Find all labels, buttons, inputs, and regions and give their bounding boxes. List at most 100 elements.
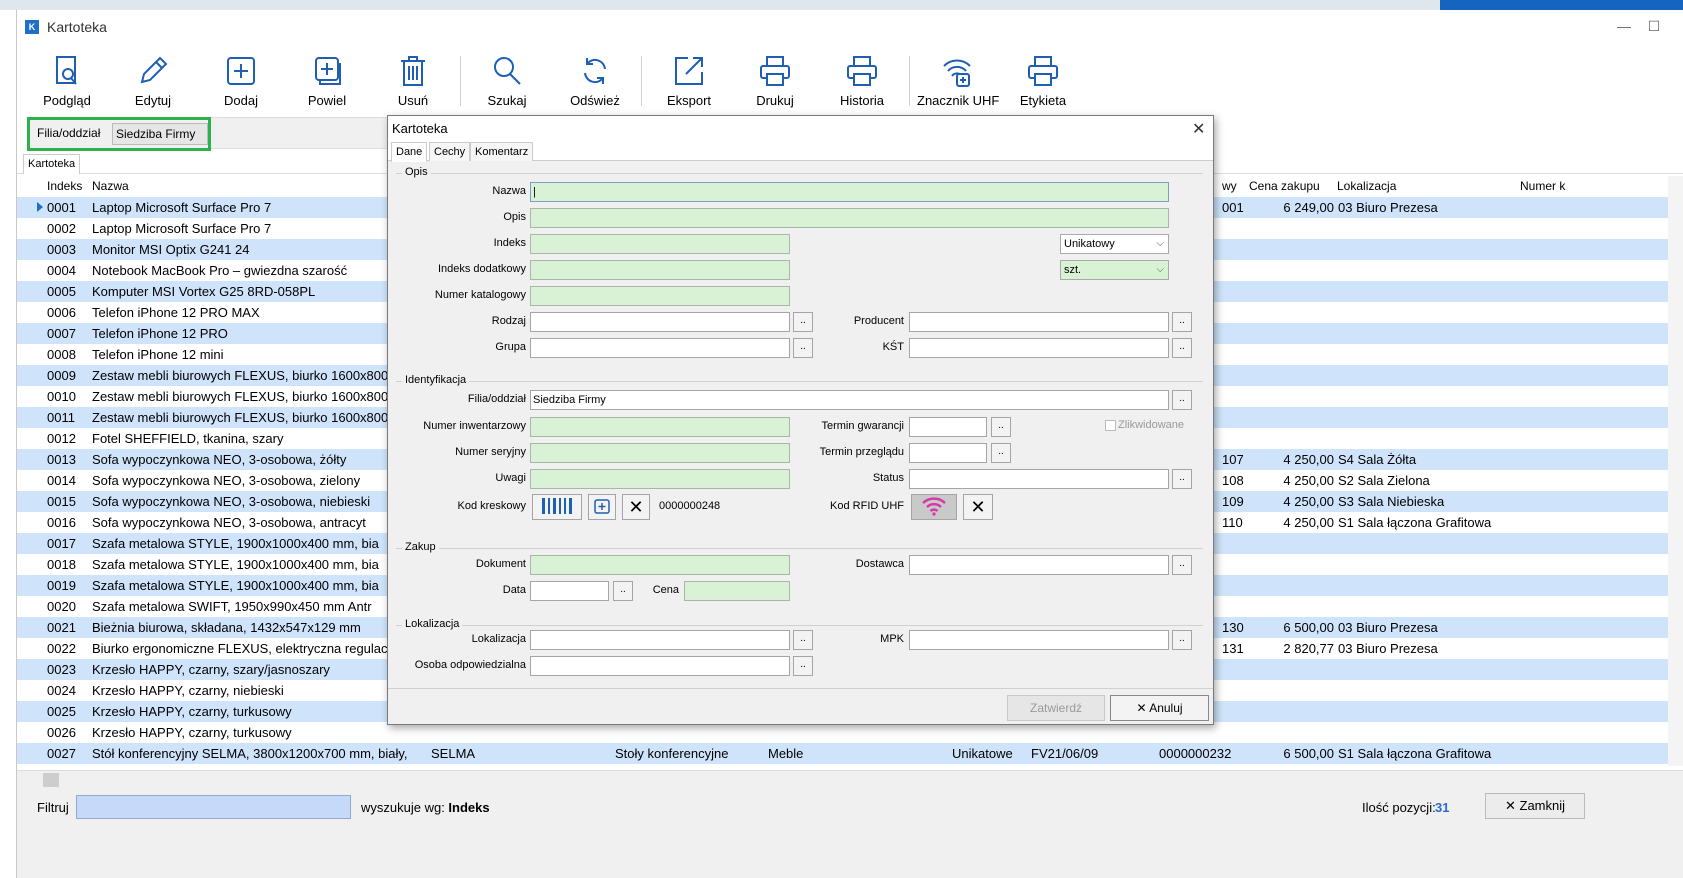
label-button[interactable]: Etykieta: [1003, 50, 1083, 116]
cell-location: 03 Biuro Prezesa: [1338, 641, 1438, 656]
field-label: Numer katalogowy: [434, 289, 526, 301]
kind-field[interactable]: [530, 312, 790, 332]
cell-index: 0007: [47, 326, 76, 341]
inspection-date-field[interactable]: [909, 443, 987, 463]
inventory-number-field[interactable]: [530, 417, 790, 437]
column-header-index[interactable]: Indeks: [47, 176, 87, 196]
person-picker-button[interactable]: ..: [793, 656, 813, 676]
table-row[interactable]: 0027 Stół konferencyjny SELMA, 3800x1200…: [17, 743, 1683, 764]
description-field[interactable]: [530, 208, 1169, 228]
cell-location: 03 Biuro Prezesa: [1338, 200, 1438, 215]
generate-barcode-button[interactable]: [588, 494, 616, 520]
history-button[interactable]: Historia: [822, 50, 902, 116]
table-row[interactable]: 0026 Krzesło HAPPY, czarny, turkusowy: [17, 722, 1683, 743]
export-button[interactable]: Eksport: [649, 50, 729, 116]
location-field[interactable]: [530, 630, 790, 650]
refresh-icon: [584, 58, 606, 84]
clear-rfid-button[interactable]: ✕: [963, 494, 993, 520]
price-field[interactable]: [684, 581, 790, 601]
notes-field[interactable]: [530, 469, 790, 489]
pencil-icon: [140, 56, 168, 84]
cancel-label: Anuluj: [1149, 701, 1183, 715]
catalog-number-field[interactable]: [530, 286, 790, 306]
kst-picker-button[interactable]: ..: [1172, 338, 1192, 358]
cell-partial: 110: [1222, 515, 1243, 530]
field-label: KŚT: [882, 341, 904, 353]
tab-dane[interactable]: Dane: [391, 142, 428, 162]
column-header-price[interactable]: Cena zakupu: [1249, 176, 1334, 196]
tab-kartoteka[interactable]: Kartoteka: [23, 154, 81, 174]
cell-name: Sofa wypoczynkowa NEO, 3-osobowa, zielon…: [92, 473, 361, 488]
cell-partial: 107: [1222, 452, 1244, 467]
tab-cechy[interactable]: Cechy: [429, 142, 471, 161]
column-header-partial[interactable]: wy: [1222, 176, 1252, 196]
scrollbar-thumb[interactable]: [43, 773, 59, 787]
status-picker-button[interactable]: ..: [1172, 469, 1192, 489]
supplier-field[interactable]: [909, 555, 1169, 575]
vertical-scrollbar[interactable]: [1668, 176, 1683, 766]
close-window-button[interactable]: ✕ Zamknij: [1485, 793, 1585, 819]
supplier-picker-button[interactable]: ..: [1172, 555, 1192, 575]
extra-index-field[interactable]: [530, 260, 790, 280]
warranty-date-field[interactable]: [909, 417, 987, 437]
responsible-person-field[interactable]: [530, 656, 790, 676]
purchase-date-field[interactable]: [530, 581, 609, 601]
uhf-tag-button[interactable]: Znacznik UHF: [917, 50, 999, 116]
cell-price: 4 250,00: [1283, 452, 1334, 467]
cell-location: [1338, 281, 1518, 302]
column-header-name[interactable]: Nazwa: [92, 176, 292, 196]
cell-index: 0003: [47, 242, 76, 257]
column-header-number[interactable]: Numer k: [1520, 176, 1568, 196]
mpk-picker-button[interactable]: ..: [1172, 630, 1192, 650]
branch-picker-button[interactable]: ..: [1172, 390, 1192, 410]
branch-field[interactable]: Siedziba Firmy: [530, 390, 1169, 410]
cell-index: 0021: [47, 620, 76, 635]
print-button[interactable]: Drukuj: [735, 50, 815, 116]
search-by-text: wyszukuje wg: Indeks: [361, 800, 490, 815]
status-field[interactable]: [909, 469, 1169, 489]
edit-button[interactable]: Edytuj: [113, 50, 193, 116]
warranty-date-picker-button[interactable]: ..: [991, 417, 1011, 437]
cell-price: [1249, 554, 1334, 575]
confirm-button[interactable]: Zatwierdź: [1007, 695, 1105, 721]
horizontal-scrollbar[interactable]: [17, 770, 1683, 790]
refresh-button[interactable]: Odśwież: [555, 50, 635, 116]
document-field[interactable]: [530, 555, 790, 575]
preview-button[interactable]: Podgląd: [27, 50, 107, 116]
name-field[interactable]: |: [530, 182, 1169, 202]
producer-field[interactable]: [909, 312, 1169, 332]
cell-partial: [1222, 281, 1252, 302]
cell-location: [1338, 680, 1518, 701]
minimize-button[interactable]: —: [1609, 15, 1639, 37]
filter-input[interactable]: [76, 795, 351, 819]
close-icon: ✕: [1504, 798, 1520, 813]
serial-number-field[interactable]: [530, 443, 790, 463]
cell-partial: [1222, 722, 1252, 743]
maximize-button[interactable]: ☐: [1639, 15, 1669, 37]
search-button[interactable]: Szukaj: [467, 50, 547, 116]
item-type-select[interactable]: Unikatowy ⌵: [1060, 234, 1169, 254]
cell-partial: 108: [1222, 473, 1244, 488]
group-field[interactable]: [530, 338, 790, 358]
close-label: Zamknij: [1519, 798, 1566, 813]
index-field[interactable]: [530, 234, 790, 254]
barcode-button[interactable]: [532, 494, 582, 520]
unit-select[interactable]: szt. ⌵: [1060, 260, 1169, 280]
dialog-close-icon[interactable]: ✕: [1192, 119, 1205, 139]
rfid-button[interactable]: [911, 494, 957, 520]
delete-button[interactable]: Usuń: [373, 50, 453, 116]
mpk-field[interactable]: [909, 630, 1169, 650]
tab-komentarz[interactable]: Komentarz: [470, 142, 534, 161]
clear-icon: ✕: [628, 497, 644, 517]
kst-field[interactable]: [909, 338, 1169, 358]
cancel-button[interactable]: ✕ Anuluj: [1110, 695, 1209, 721]
purchase-date-picker-button[interactable]: ..: [613, 581, 633, 601]
add-button[interactable]: Dodaj: [201, 50, 281, 116]
producer-picker-button[interactable]: ..: [1172, 312, 1192, 332]
inspection-date-picker-button[interactable]: ..: [991, 443, 1011, 463]
column-header-location[interactable]: Lokalizacja: [1337, 176, 1517, 196]
duplicate-button[interactable]: Powiel: [287, 50, 367, 116]
clear-barcode-button[interactable]: ✕: [622, 494, 650, 520]
liquidated-checkbox[interactable]: [1105, 420, 1116, 431]
plus-box-icon: [594, 499, 610, 514]
